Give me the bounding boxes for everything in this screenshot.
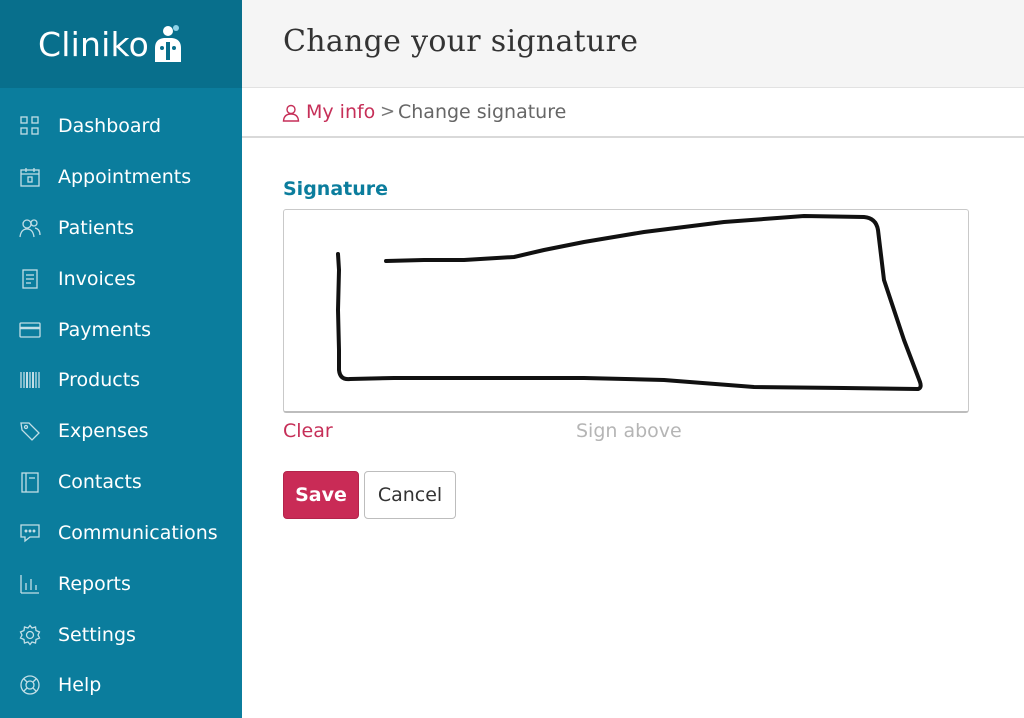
- sidebar-item-expenses[interactable]: Expenses: [0, 411, 242, 451]
- sidebar-item-label: Expenses: [58, 420, 149, 442]
- address-book-icon: [21, 472, 39, 493]
- sidebar-item-label: Contacts: [58, 471, 142, 493]
- invoice-icon: [22, 269, 38, 289]
- sidebar-item-help[interactable]: Help: [0, 665, 242, 705]
- lifebuoy-icon: [20, 675, 40, 695]
- page-header: Change your signature: [242, 0, 1024, 88]
- sidebar-item-label: Invoices: [58, 268, 136, 290]
- calendar-icon: [20, 168, 40, 187]
- app-window: Cliniko Dashboard Appointments Patients …: [0, 0, 1024, 718]
- sidebar-item-payments[interactable]: Payments: [0, 310, 242, 350]
- barcode-icon: [20, 372, 40, 388]
- sidebar-item-products[interactable]: Products: [0, 360, 242, 400]
- sidebar-item-label: Products: [58, 369, 141, 391]
- sidebar-item-label: Help: [58, 674, 102, 696]
- sidebar-item-settings[interactable]: Settings: [0, 615, 242, 655]
- chat-icon: [20, 524, 40, 543]
- sidebar-item-communications[interactable]: Communications: [0, 513, 242, 553]
- page-title: Change your signature: [283, 24, 639, 59]
- brand[interactable]: Cliniko: [0, 0, 242, 88]
- breadcrumb-current: Change signature: [398, 101, 567, 123]
- sidebar-item-appointments[interactable]: Appointments: [0, 157, 242, 197]
- save-button[interactable]: Save: [283, 471, 359, 519]
- sign-above-hint: Sign above: [576, 420, 682, 442]
- cancel-button[interactable]: Cancel: [364, 471, 456, 519]
- credit-card-icon: [19, 322, 41, 338]
- brand-name: Cliniko: [38, 24, 149, 64]
- dashboard-icon: [20, 116, 39, 135]
- sidebar-item-label: Communications: [58, 522, 218, 544]
- signature-stroke: [336, 214, 923, 391]
- signature-pad[interactable]: [283, 209, 969, 413]
- sidebar-item-patients[interactable]: Patients: [0, 208, 242, 248]
- signature-label: Signature: [283, 178, 389, 200]
- user-icon: [282, 104, 300, 122]
- breadcrumb-my-info-link[interactable]: My info: [306, 101, 375, 123]
- clear-signature-link[interactable]: Clear: [283, 420, 333, 442]
- sidebar-item-label: Settings: [58, 624, 136, 646]
- sidebar-item-label: Patients: [58, 217, 135, 239]
- sidebar: Cliniko Dashboard Appointments Patients …: [0, 0, 242, 718]
- tag-icon: [20, 422, 40, 441]
- sidebar-item-reports[interactable]: Reports: [0, 564, 242, 604]
- sidebar-item-invoices[interactable]: Invoices: [0, 259, 242, 299]
- sidebar-item-label: Appointments: [58, 166, 192, 188]
- breadcrumb: My info > Change signature: [242, 88, 1024, 138]
- gear-icon: [19, 624, 41, 646]
- sidebar-item-label: Payments: [58, 319, 152, 341]
- breadcrumb-separator: >: [380, 101, 396, 122]
- sidebar-item-label: Reports: [58, 573, 131, 595]
- sidebar-item-label: Dashboard: [58, 115, 162, 137]
- sidebar-item-contacts[interactable]: Contacts: [0, 462, 242, 502]
- sidebar-item-dashboard[interactable]: Dashboard: [0, 106, 242, 146]
- bar-chart-icon: [20, 575, 39, 594]
- people-icon: [19, 219, 41, 238]
- cliniko-logo-icon: [155, 25, 181, 62]
